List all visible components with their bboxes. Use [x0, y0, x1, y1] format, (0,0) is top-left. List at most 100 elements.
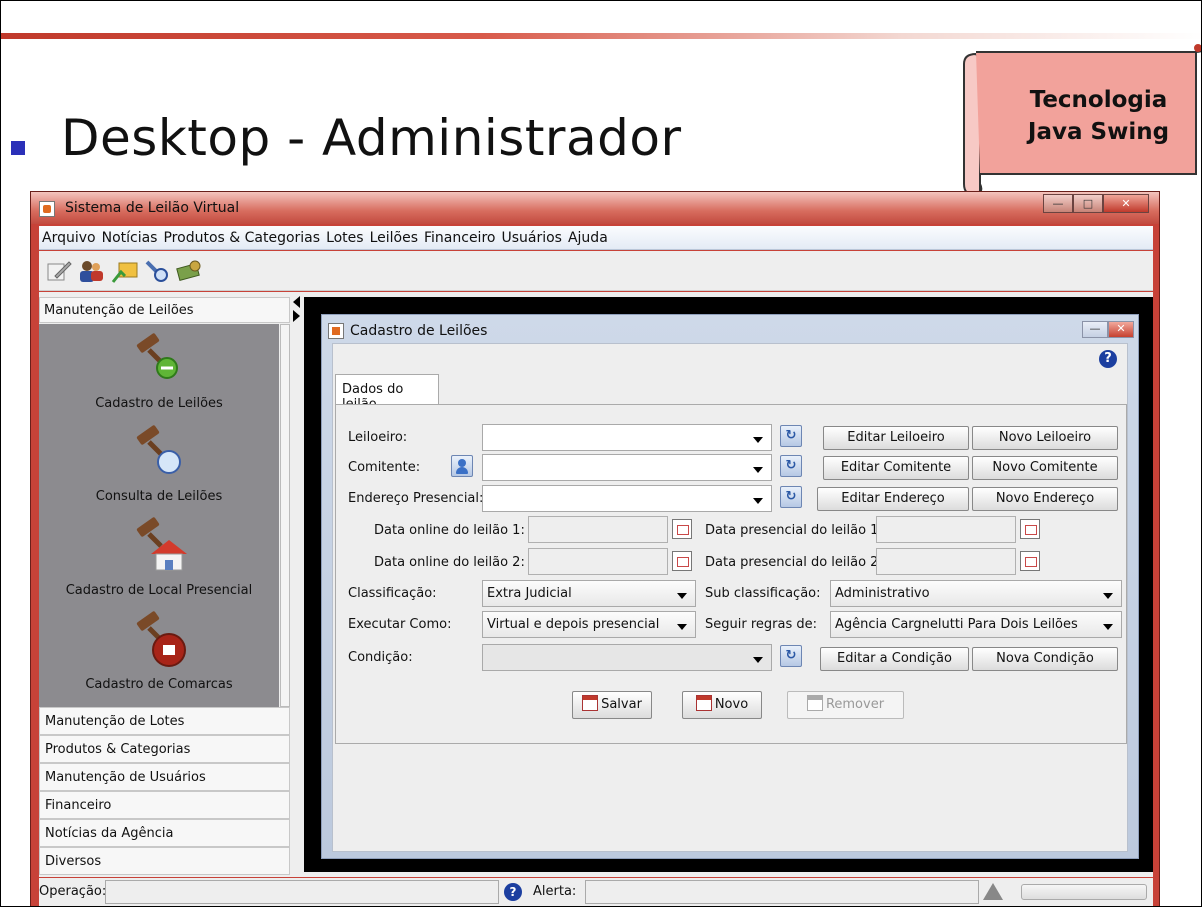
app-window: Sistema de Leilão Virtual — □ ✕ Arquivo N…: [30, 191, 1160, 906]
edit-news-icon[interactable]: [45, 258, 73, 284]
sidebar-scrollbar[interactable]: [280, 324, 290, 707]
menu-produtos-categorias[interactable]: Produtos & Categorias: [160, 226, 323, 246]
expand-right-icon[interactable]: [293, 310, 300, 322]
condicao-label: Condição:: [348, 650, 413, 665]
endereco-presencial-combo[interactable]: [482, 485, 772, 512]
condicao-combo[interactable]: [482, 644, 772, 671]
sidebar-item-consulta-leiloes[interactable]: Consulta de Leilões: [39, 489, 279, 504]
frame-close-button[interactable]: ✕: [1108, 321, 1134, 338]
sidebar-header-manutencao-leiloes[interactable]: Manutenção de Leilões: [39, 297, 290, 323]
slide-top-rule: [1, 33, 1201, 39]
data-online-2-field[interactable]: [528, 548, 668, 575]
sidebar-link-produtos-categorias[interactable]: Produtos & Categorias: [39, 735, 290, 763]
sidebar-link-financeiro[interactable]: Financeiro: [39, 791, 290, 819]
tab-dados-leilao[interactable]: Dados do leilão: [335, 374, 439, 412]
gavel-search-icon[interactable]: [129, 424, 189, 478]
menu-noticias[interactable]: Notícias: [99, 226, 161, 246]
menu-leiloes[interactable]: Leilões: [367, 226, 421, 246]
window-titlebar[interactable]: Sistema de Leilão Virtual — □ ✕: [31, 192, 1159, 224]
close-button[interactable]: ✕: [1103, 194, 1149, 213]
alerta-label: Alerta:: [533, 884, 577, 899]
calendar-new-icon: [695, 695, 712, 711]
maximize-button[interactable]: □: [1073, 194, 1103, 213]
desktop-pane: Cadastro de Leilões — ✕ ? Dados do leilã…: [304, 297, 1153, 872]
executar-como-combo[interactable]: Virtual e depois presencial: [482, 611, 696, 638]
refresh-condicao-icon[interactable]: ↻: [780, 645, 802, 667]
calendar-icon[interactable]: [672, 519, 692, 539]
sub-classificacao-label: Sub classificação:: [705, 586, 821, 601]
help-icon[interactable]: ?: [1099, 350, 1117, 368]
toolbar: [39, 251, 1153, 291]
client-area: Manutenção de Leilões Cadastro de Leilõe…: [39, 292, 1153, 877]
calendar-icon[interactable]: [1020, 551, 1040, 571]
calendar-icon[interactable]: [1020, 519, 1040, 539]
novo-endereco-button[interactable]: Novo Endereço: [972, 487, 1118, 511]
editar-comitente-button[interactable]: Editar Comitente: [823, 456, 969, 480]
banner-line-1: Tecnologia: [1029, 87, 1168, 113]
internal-frame-title: Cadastro de Leilões: [350, 323, 488, 339]
nova-condicao-button[interactable]: Nova Condição: [972, 647, 1118, 671]
novo-leiloeiro-button[interactable]: Novo Leiloeiro: [972, 426, 1118, 450]
sidebar: Manutenção de Leilões Cadastro de Leilõe…: [39, 297, 290, 877]
gavel-seal-icon[interactable]: [129, 610, 189, 670]
sidebar-link-manutencao-usuarios[interactable]: Manutenção de Usuários: [39, 763, 290, 791]
data-online-1-field[interactable]: [528, 516, 668, 543]
editar-leiloeiro-button[interactable]: Editar Leiloeiro: [823, 426, 969, 450]
refresh-leiloeiro-icon[interactable]: ↻: [780, 425, 802, 447]
remover-button[interactable]: Remover: [787, 691, 904, 719]
seguir-regras-label: Seguir regras de:: [705, 617, 817, 632]
classificacao-combo[interactable]: Extra Judicial: [482, 580, 696, 607]
java-app-icon: [39, 201, 55, 217]
seguir-regras-combo[interactable]: Agência Cargnelutti Para Dois Leilões: [830, 611, 1122, 638]
salvar-button[interactable]: Salvar: [572, 691, 652, 719]
sidebar-item-cadastro-leiloes[interactable]: Cadastro de Leilões: [39, 396, 279, 411]
data-presencial-2-field[interactable]: [876, 548, 1016, 575]
sidebar-link-noticias-agencia[interactable]: Notícias da Agência: [39, 819, 290, 847]
progress-bar: [1021, 884, 1147, 900]
minimize-button[interactable]: —: [1043, 194, 1073, 213]
data-online-2-label: Data online do leilão 2:: [374, 555, 525, 570]
gavel-house-icon[interactable]: [129, 516, 189, 574]
bullet-icon: [11, 141, 25, 155]
operacao-field: [105, 880, 499, 904]
menu-financeiro[interactable]: Financeiro: [421, 226, 498, 246]
gavel-add-icon[interactable]: [129, 332, 189, 386]
menu-arquivo[interactable]: Arquivo: [39, 226, 99, 246]
data-presencial-2-label: Data presencial do leilão 2:: [705, 555, 883, 570]
sidebar-panel: Cadastro de Leilões Consulta de Leilões …: [39, 324, 279, 707]
leiloeiro-combo[interactable]: [482, 424, 772, 451]
help-status-icon[interactable]: ?: [504, 883, 522, 901]
select-comitente-icon[interactable]: [451, 455, 473, 477]
users-icon[interactable]: [77, 258, 105, 284]
menu-ajuda[interactable]: Ajuda: [565, 226, 611, 246]
novo-label: Novo: [714, 697, 749, 712]
data-presencial-1-field[interactable]: [876, 516, 1016, 543]
frame-minimize-button[interactable]: —: [1082, 321, 1108, 338]
novo-comitente-button[interactable]: Novo Comitente: [972, 456, 1118, 480]
sidebar-item-cadastro-local-presencial[interactable]: Cadastro de Local Presencial: [39, 583, 279, 598]
search-lots-icon[interactable]: [143, 258, 171, 284]
refresh-comitente-icon[interactable]: ↻: [780, 455, 802, 477]
comitente-combo[interactable]: [482, 454, 772, 481]
comitente-label: Comitente:: [348, 460, 421, 475]
internal-frame-cadastro-leiloes: Cadastro de Leilões — ✕ ? Dados do leilã…: [321, 314, 1139, 859]
sub-classificacao-combo[interactable]: Administrativo: [830, 580, 1122, 607]
warning-icon: [983, 883, 1003, 900]
menu-usuarios[interactable]: Usuários: [498, 226, 565, 246]
split-pane-divider[interactable]: [290, 292, 304, 877]
collapse-left-icon[interactable]: [293, 296, 300, 308]
editar-condicao-button[interactable]: Editar a Condição: [820, 647, 969, 671]
menu-lotes[interactable]: Lotes: [323, 226, 367, 246]
novo-button[interactable]: Novo: [682, 691, 762, 719]
banner-line-2: Java Swing: [1027, 119, 1170, 145]
refresh-endereco-icon[interactable]: ↻: [780, 486, 802, 508]
sidebar-link-manutencao-lotes[interactable]: Manutenção de Lotes: [39, 707, 290, 735]
money-icon[interactable]: [175, 258, 203, 284]
sidebar-item-cadastro-comarcas[interactable]: Cadastro de Comarcas: [39, 677, 279, 692]
calendar-icon[interactable]: [672, 551, 692, 571]
sidebar-link-diversos[interactable]: Diversos: [39, 847, 290, 875]
endereco-presencial-label: Endereço Presencial:: [348, 491, 484, 506]
categories-icon[interactable]: [111, 258, 139, 284]
calendar-save-icon: [582, 695, 599, 711]
editar-endereco-button[interactable]: Editar Endereço: [817, 487, 969, 511]
